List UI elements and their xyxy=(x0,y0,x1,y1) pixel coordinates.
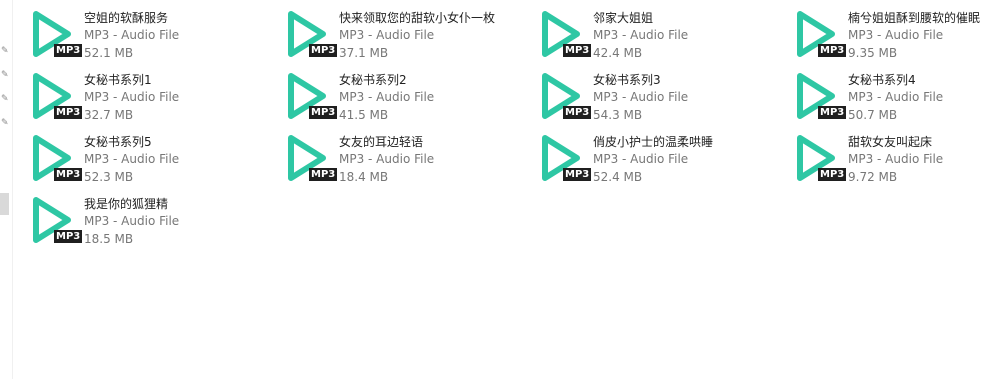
file-size: 9.35 MB xyxy=(848,46,898,60)
file-type: MP3 - Audio File xyxy=(84,214,180,228)
mp3-badge: MP3 xyxy=(818,44,847,57)
mp3-badge: MP3 xyxy=(309,106,338,119)
mp3-play-icon: MP3 xyxy=(281,8,338,62)
file-name: 空姐的软酥服务 xyxy=(84,11,169,25)
file-type: MP3 - Audio File xyxy=(84,28,180,42)
file-item[interactable]: MP3 女秘书系列5 MP3 - Audio File 52.3 MB xyxy=(22,130,272,186)
file-type: MP3 - Audio File xyxy=(339,90,435,104)
pin-icon[interactable]: ✎ xyxy=(1,118,9,128)
file-item[interactable]: MP3 我是你的狐狸精 MP3 - Audio File 18.5 MB xyxy=(22,192,272,248)
mp3-play-icon: MP3 xyxy=(26,132,83,186)
mp3-badge: MP3 xyxy=(309,168,338,181)
file-size: 52.1 MB xyxy=(84,46,134,60)
file-size: 32.7 MB xyxy=(84,108,134,122)
mp3-play-icon: MP3 xyxy=(26,8,83,62)
file-type: MP3 - Audio File xyxy=(339,28,435,42)
file-name: 女友的耳边轻语 xyxy=(339,135,424,149)
file-item[interactable]: MP3 邻家大姐姐 MP3 - Audio File 42.4 MB xyxy=(531,6,781,62)
nav-selected-item[interactable] xyxy=(0,193,9,215)
file-name: 楠兮姐姐酥到腰软的催眠 xyxy=(848,11,981,25)
mp3-play-icon: MP3 xyxy=(790,8,847,62)
file-item[interactable]: MP3 女秘书系列4 MP3 - Audio File 50.7 MB xyxy=(786,68,993,124)
file-name: 女秘书系列3 xyxy=(593,73,661,87)
file-size: 9.72 MB xyxy=(848,170,898,184)
file-item[interactable]: MP3 空姐的软酥服务 MP3 - Audio File 52.1 MB xyxy=(22,6,272,62)
file-name: 女秘书系列5 xyxy=(84,135,152,149)
pin-icon[interactable]: ✎ xyxy=(1,46,9,56)
file-type: MP3 - Audio File xyxy=(84,90,180,104)
file-name: 俏皮小护士的温柔哄睡 xyxy=(593,135,714,149)
mp3-badge: MP3 xyxy=(54,168,83,181)
file-name: 女秘书系列4 xyxy=(848,73,916,87)
file-size: 41.5 MB xyxy=(339,108,389,122)
mp3-play-icon: MP3 xyxy=(281,132,338,186)
pin-icon[interactable]: ✎ xyxy=(1,94,9,104)
file-type: MP3 - Audio File xyxy=(593,90,689,104)
mp3-badge: MP3 xyxy=(54,44,83,57)
mp3-play-icon: MP3 xyxy=(26,70,83,124)
file-size: 42.4 MB xyxy=(593,46,643,60)
mp3-badge: MP3 xyxy=(818,106,847,119)
mp3-play-icon: MP3 xyxy=(790,70,847,124)
file-name: 我是你的狐狸精 xyxy=(84,197,169,211)
file-type: MP3 - Audio File xyxy=(848,90,944,104)
file-size: 18.4 MB xyxy=(339,170,389,184)
mp3-badge: MP3 xyxy=(563,106,592,119)
file-name: 女秘书系列1 xyxy=(84,73,152,87)
file-item[interactable]: MP3 女秘书系列2 MP3 - Audio File 41.5 MB xyxy=(277,68,527,124)
mp3-play-icon: MP3 xyxy=(790,132,847,186)
file-item[interactable]: MP3 甜软女友叫起床 MP3 - Audio File 9.72 MB xyxy=(786,130,993,186)
mp3-badge: MP3 xyxy=(563,168,592,181)
file-type: MP3 - Audio File xyxy=(84,152,180,166)
pin-icon[interactable]: ✎ xyxy=(1,70,9,80)
mp3-badge: MP3 xyxy=(54,106,83,119)
file-item[interactable]: MP3 快来领取您的甜软小女仆一枚 MP3 - Audio File 37.1 MB xyxy=(277,6,527,62)
file-item[interactable]: MP3 女秘书系列3 MP3 - Audio File 54.3 MB xyxy=(531,68,781,124)
file-type: MP3 - Audio File xyxy=(593,152,689,166)
mp3-badge: MP3 xyxy=(818,168,847,181)
file-size: 50.7 MB xyxy=(848,108,898,122)
mp3-play-icon: MP3 xyxy=(26,194,83,248)
mp3-play-icon: MP3 xyxy=(535,132,592,186)
file-type: MP3 - Audio File xyxy=(848,28,944,42)
mp3-badge: MP3 xyxy=(54,230,83,243)
mp3-play-icon: MP3 xyxy=(281,70,338,124)
file-name: 女秘书系列2 xyxy=(339,73,407,87)
file-size: 37.1 MB xyxy=(339,46,389,60)
file-size: 54.3 MB xyxy=(593,108,643,122)
file-name: 邻家大姐姐 xyxy=(593,11,654,25)
file-size: 18.5 MB xyxy=(84,232,134,246)
file-size: 52.3 MB xyxy=(84,170,134,184)
mp3-badge: MP3 xyxy=(309,44,338,57)
file-type: MP3 - Audio File xyxy=(339,152,435,166)
file-item[interactable]: MP3 楠兮姐姐酥到腰软的催眠 MP3 - Audio File 9.35 MB xyxy=(786,6,993,62)
file-name: 甜软女友叫起床 xyxy=(848,135,933,149)
file-type: MP3 - Audio File xyxy=(593,28,689,42)
mp3-play-icon: MP3 xyxy=(535,8,592,62)
file-size: 52.4 MB xyxy=(593,170,643,184)
file-item[interactable]: MP3 女秘书系列1 MP3 - Audio File 32.7 MB xyxy=(22,68,272,124)
file-type: MP3 - Audio File xyxy=(848,152,944,166)
file-item[interactable]: MP3 女友的耳边轻语 MP3 - Audio File 18.4 MB xyxy=(277,130,527,186)
file-name: 快来领取您的甜软小女仆一枚 xyxy=(339,11,496,25)
navigation-pane-edge: ✎ ✎ ✎ ✎ xyxy=(0,0,13,379)
file-item[interactable]: MP3 俏皮小护士的温柔哄睡 MP3 - Audio File 52.4 MB xyxy=(531,130,781,186)
mp3-badge: MP3 xyxy=(563,44,592,57)
mp3-play-icon: MP3 xyxy=(535,70,592,124)
